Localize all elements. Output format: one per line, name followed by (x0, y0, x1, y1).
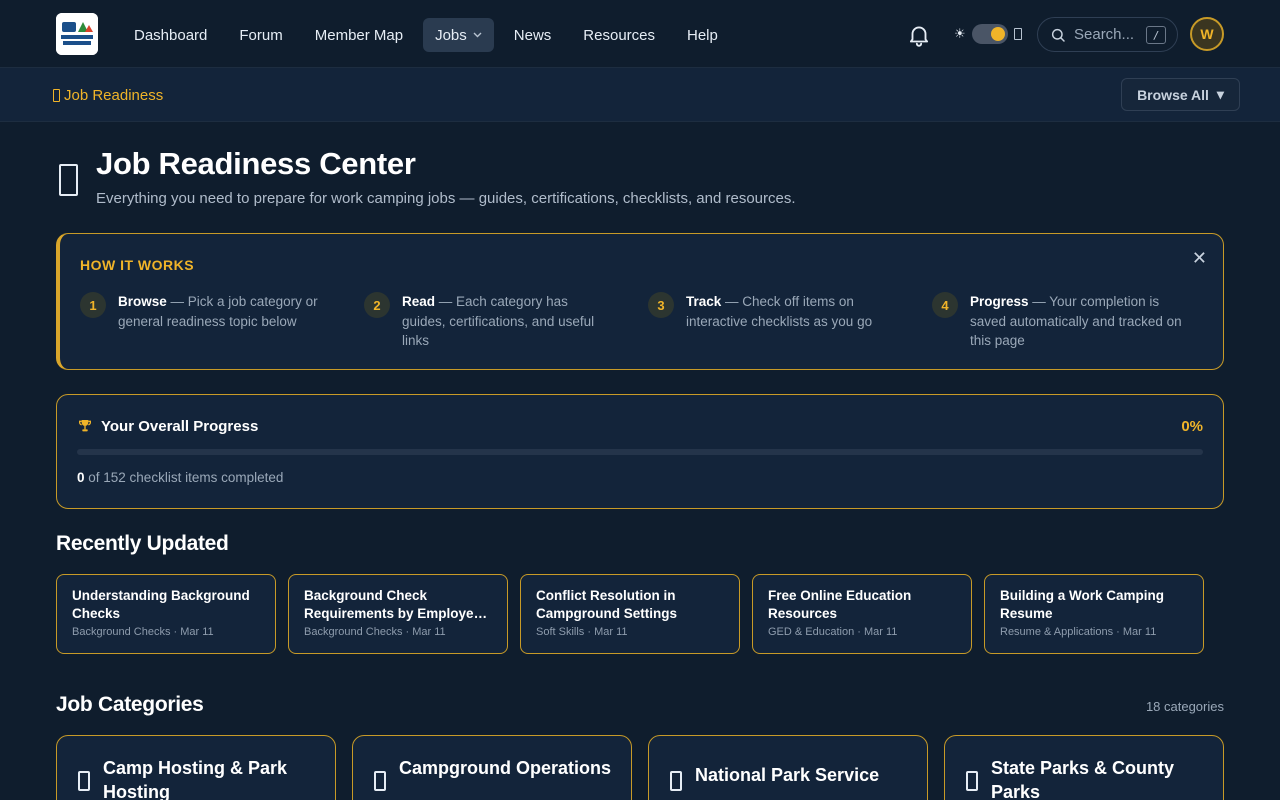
step-name: Track (686, 294, 722, 309)
recent-item-meta: Soft Skills · Mar 11 (536, 626, 628, 638)
caret-down-icon: ▾ (1216, 86, 1224, 102)
category-card-campground-operations[interactable]: Campground Operations (352, 735, 632, 800)
recent-item-title: Understanding Background Checks (72, 588, 250, 621)
sub-header-bar: Job Readiness Browse All ▾ (0, 68, 1280, 122)
category-icon (78, 771, 90, 791)
how-step-browse: 1 Browse — Pick a job category or genera… (80, 292, 330, 331)
step-number: 1 (80, 292, 106, 318)
theme-toggle[interactable]: ☀ (954, 24, 1022, 44)
category-icon (374, 771, 386, 791)
recent-item-card[interactable]: Conflict Resolution in Campground Settin… (520, 574, 740, 654)
category-icon (670, 771, 682, 791)
how-step-progress: 4 Progress — Your completion is saved au… (932, 292, 1182, 351)
step-number: 3 (648, 292, 674, 318)
recent-item-card[interactable]: Understanding Background Checks Backgrou… (56, 574, 276, 654)
close-icon[interactable]: ✕ (1192, 248, 1207, 269)
progress-summary-text: of 152 checklist items completed (84, 470, 284, 485)
category-icon (966, 771, 978, 791)
how-it-works-panel: HOW IT WORKS ✕ 1 Browse — Pick a job cat… (56, 233, 1224, 370)
work-camp-connect-logo (56, 13, 98, 55)
trophy-icon (77, 418, 93, 434)
progress-summary: 0 of 152 checklist items completed (77, 470, 283, 485)
recent-item-card[interactable]: Background Check Requirements by Employe… (288, 574, 508, 654)
how-it-works-title: HOW IT WORKS (80, 257, 195, 273)
recent-item-card[interactable]: Building a Work Camping Resume Resume & … (984, 574, 1204, 654)
step-number: 2 (364, 292, 390, 318)
job-categories-grid: Camp Hosting & Park Hosting Campground O… (56, 735, 1224, 800)
step-name: Progress (970, 294, 1029, 309)
category-card-camp-hosting[interactable]: Camp Hosting & Park Hosting (56, 735, 336, 800)
progress-bar (77, 449, 1203, 455)
progress-percent: 0% (1181, 418, 1203, 435)
moon-icon (1013, 28, 1022, 40)
how-step-read: 2 Read — Each category has guides, certi… (364, 292, 614, 351)
nav-resources-label: Resources (583, 26, 655, 44)
step-text: Progress — Your completion is saved auto… (970, 292, 1182, 351)
step-text: Read — Each category has guides, certifi… (402, 292, 614, 351)
step-name: Browse (118, 294, 167, 309)
recent-item-card[interactable]: Free Online Education Resources GED & Ed… (752, 574, 972, 654)
breadcrumb-label: Job Readiness (64, 87, 164, 104)
recent-item-title: Building a Work Camping Resume (1000, 588, 1165, 621)
step-text: Track — Check off items on interactive c… (686, 292, 898, 331)
search-shortcut-key: / (1146, 26, 1166, 44)
recent-item-title: Background Check Requirements by Employe… (304, 588, 479, 621)
recent-item-title: Conflict Resolution in Campground Settin… (536, 588, 677, 621)
category-title: State Parks & County Parks (991, 758, 1175, 800)
browse-all-button[interactable]: Browse All ▾ (1121, 78, 1240, 111)
category-count: 18 categories (1145, 699, 1224, 714)
recent-item-meta: GED & Education · Mar 11 (768, 626, 898, 638)
category-card-state-county-parks[interactable]: State Parks & County Parks (944, 735, 1224, 800)
nav-jobs[interactable]: Jobs (423, 18, 494, 52)
browse-all-label: Browse All (1137, 86, 1209, 103)
nav-forum[interactable]: Forum (227, 18, 294, 52)
page-subtitle: Everything you need to prepare for work … (96, 190, 796, 207)
nav-news-label: News (513, 26, 552, 44)
notifications-bell-icon[interactable] (906, 22, 932, 48)
sun-icon: ☀ (954, 26, 966, 41)
how-step-track: 3 Track — Check off items on interactive… (648, 292, 898, 331)
top-navigation: Dashboard Forum Member Map Jobs News Res… (0, 0, 1280, 68)
category-title: Campground Operations (399, 758, 612, 778)
user-avatar[interactable]: W (1190, 17, 1224, 51)
theme-switch[interactable] (971, 24, 1008, 44)
category-card-national-park-service[interactable]: National Park Service (648, 735, 928, 800)
recently-updated-list: Understanding Background Checks Backgrou… (56, 574, 1204, 654)
category-title: Camp Hosting & Park Hosting (103, 758, 288, 800)
nav-help[interactable]: Help (675, 18, 730, 52)
nav-help-label: Help (687, 26, 718, 44)
search-icon (1051, 28, 1065, 42)
breadcrumb-job-readiness[interactable]: Job Readiness (53, 87, 163, 104)
step-text: Browse — Pick a job category or general … (118, 292, 330, 331)
nav-member-map[interactable]: Member Map (303, 18, 415, 52)
chevron-down-icon (473, 30, 482, 40)
main-nav: Dashboard Forum Member Map Jobs News Res… (122, 18, 738, 52)
breadcrumb-icon (53, 89, 60, 102)
site-logo[interactable] (56, 13, 98, 55)
search-placeholder: Search... (1074, 26, 1135, 43)
job-categories-title: Job Categories (56, 693, 204, 716)
category-title: National Park Service (695, 765, 880, 785)
progress-completed-count: 0 (77, 470, 85, 485)
page-header-icon (59, 164, 78, 196)
nav-news[interactable]: News (502, 18, 564, 52)
overall-progress-card: Your Overall Progress 0% 0 of 152 checkl… (56, 394, 1224, 509)
search-box[interactable]: Search... / (1037, 17, 1178, 52)
step-number: 4 (932, 292, 958, 318)
nav-forum-label: Forum (239, 26, 283, 44)
recent-item-meta: Background Checks · Mar 11 (72, 626, 214, 638)
recent-item-meta: Background Checks · Mar 11 (304, 626, 446, 638)
progress-title: Your Overall Progress (101, 418, 259, 435)
nav-jobs-label: Jobs (435, 26, 467, 44)
nav-dashboard[interactable]: Dashboard (122, 18, 219, 52)
nav-member-map-label: Member Map (314, 26, 404, 44)
page-title: Job Readiness Center (96, 146, 416, 181)
recently-updated-title: Recently Updated (56, 532, 229, 555)
nav-resources[interactable]: Resources (571, 18, 667, 52)
recent-item-meta: Resume & Applications · Mar 11 (1000, 626, 1157, 638)
step-name: Read (402, 294, 436, 309)
theme-switch-knob (990, 27, 1005, 41)
recent-item-title: Free Online Education Resources (768, 588, 912, 621)
nav-dashboard-label: Dashboard (134, 26, 208, 44)
